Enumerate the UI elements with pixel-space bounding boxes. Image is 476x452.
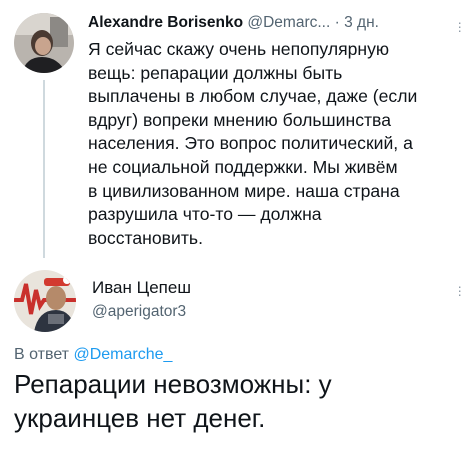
tweet-text-line: выплачены в любом случае, даже (если (88, 86, 418, 107)
tweet-text-line: в цивилизованном мире. наша страна (88, 180, 400, 201)
tweet-text-line: Я сейчас скажу очень непопулярную (88, 39, 390, 59)
author-handle[interactable]: @Demarc... (247, 14, 330, 31)
author-handle[interactable]: @aperigator3 (92, 303, 186, 321)
reply-context: В ответ @Demarche_ (14, 346, 172, 364)
tweet-text-line: разрушила что-то — должна (88, 204, 322, 225)
tweet-text-line: не социальной поддержки. Мы живём (88, 156, 398, 177)
tweet-text-line: украинцев нет денег. (14, 403, 266, 433)
more-vertical-icon[interactable]: · · · (457, 279, 462, 301)
tweet-text-line: населения. Это вопрос политический, а (88, 133, 413, 154)
tweet-text-line: вещь: репарации должны быть (88, 62, 343, 83)
more-vertical-icon[interactable]: · · · (457, 15, 462, 37)
tweet-text: Я сейчас скажу очень непопулярную вещь: … (88, 38, 460, 250)
avatar[interactable] (14, 270, 76, 332)
reply-prefix: В ответ (14, 346, 70, 363)
tweet-text: Репарации невозможны: у украинцев нет де… (14, 367, 464, 435)
avatar[interactable] (14, 13, 74, 73)
tweet-text-line: вдруг) вопреки мнению большинства (88, 109, 391, 130)
tweet-header: Alexandre Borisenko @Demarc... · 3 дн. (88, 14, 379, 32)
thread-line (43, 80, 45, 258)
reply-mention-link[interactable]: @Demarche_ (73, 346, 172, 363)
dot-separator: · (334, 14, 340, 31)
author-name[interactable]: Alexandre Borisenko (88, 14, 243, 31)
tweet-time[interactable]: 3 дн. (344, 14, 379, 31)
author-name[interactable]: Иван Цепеш (92, 278, 191, 298)
tweet-text-line: восстановить. (88, 227, 203, 248)
tweet-text-line: Репарации невозможны: у (14, 369, 332, 399)
